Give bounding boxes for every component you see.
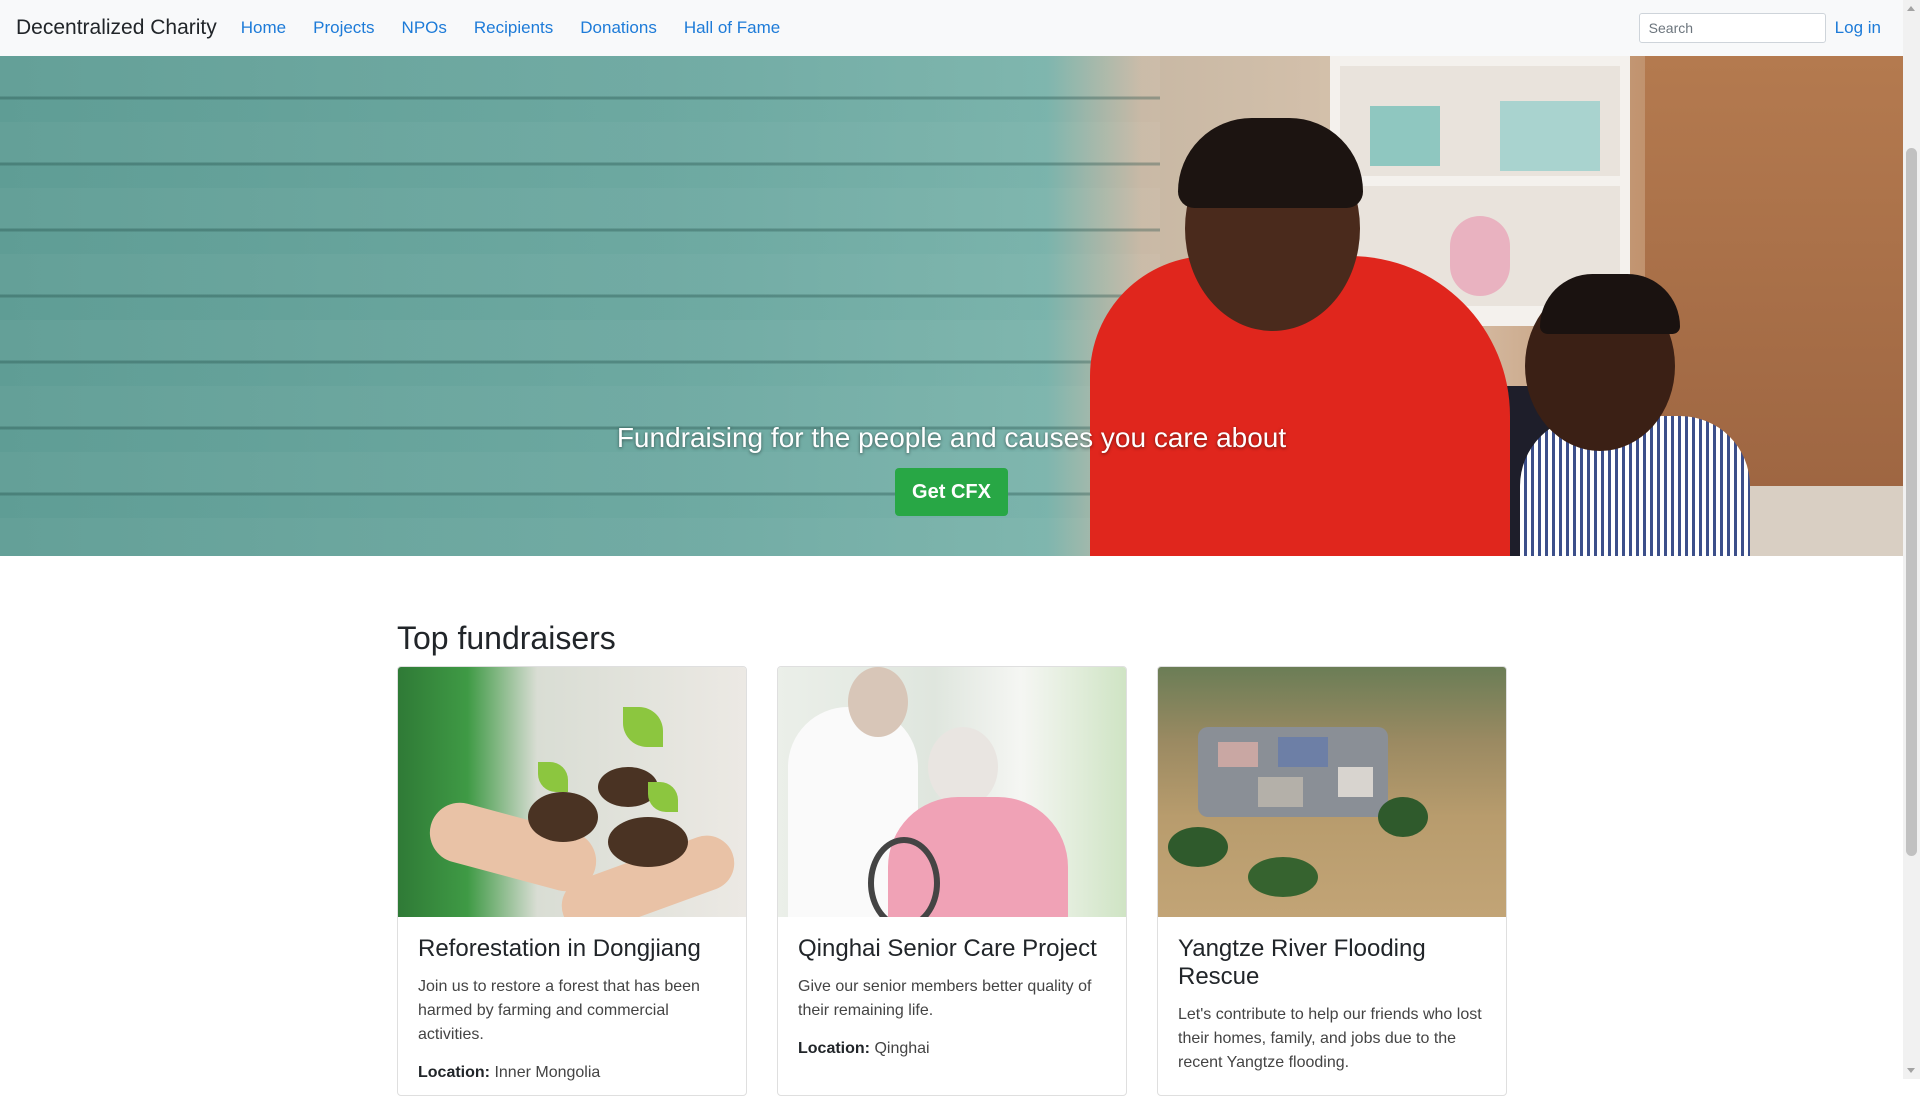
card-location: Location: Qinghai [798, 1037, 1108, 1061]
nav-links: Home Projects NPOs Recipients Donations … [241, 18, 807, 38]
scrollbar-thumb[interactable] [1906, 148, 1917, 856]
location-label: Location: [418, 1064, 490, 1081]
card-image-seedlings [398, 667, 746, 917]
card-description: Let's contribute to help our friends who… [1178, 1006, 1482, 1071]
nav-link-home[interactable]: Home [241, 18, 286, 38]
fundraiser-card[interactable]: Reforestation in Dongjiang Join us to re… [397, 666, 747, 1096]
search-input[interactable] [1638, 13, 1826, 43]
location-value: Qinghai [874, 1040, 930, 1057]
fundraiser-card[interactable]: Yangtze River Flooding Rescue Let's cont… [1157, 666, 1507, 1096]
location-value: Inner Mongolia [494, 1064, 601, 1081]
card-title[interactable]: Reforestation in Dongjiang [418, 935, 728, 963]
get-cfx-button[interactable]: Get CFX [895, 468, 1008, 516]
scroll-up-arrow-icon[interactable] [1907, 6, 1915, 11]
page-scrollbar[interactable] [1903, 0, 1920, 1079]
card-location: Location: Inner Mongolia [418, 1061, 728, 1085]
nav-link-donations[interactable]: Donations [580, 18, 657, 38]
nav-link-recipients[interactable]: Recipients [474, 18, 553, 38]
location-label: Location: [798, 1040, 870, 1057]
card-title[interactable]: Qinghai Senior Care Project [798, 935, 1108, 963]
navbar: Decentralized Charity Home Projects NPOs… [0, 0, 1903, 56]
hero-banner: Fundraising for the people and causes yo… [0, 56, 1903, 556]
nav-link-projects[interactable]: Projects [313, 18, 374, 38]
nav-link-npos[interactable]: NPOs [402, 18, 447, 38]
card-image-senior-care [778, 667, 1126, 917]
brand-logo-text[interactable]: Decentralized Charity [16, 16, 217, 40]
login-link[interactable]: Log in [1835, 18, 1881, 38]
nav-link-hall-of-fame[interactable]: Hall of Fame [684, 18, 780, 38]
card-description: Join us to restore a forest that has bee… [418, 978, 700, 1043]
scroll-down-arrow-icon[interactable] [1907, 1068, 1915, 1073]
fundraiser-card[interactable]: Qinghai Senior Care Project Give our sen… [777, 666, 1127, 1096]
section-title-top-fundraisers: Top fundraisers [397, 620, 616, 656]
card-image-flood [1158, 667, 1506, 917]
card-description: Give our senior members better quality o… [798, 978, 1092, 1019]
hero-title: Fundraising for the people and causes yo… [616, 422, 1287, 453]
card-title[interactable]: Yangtze River Flooding Rescue [1178, 935, 1488, 991]
